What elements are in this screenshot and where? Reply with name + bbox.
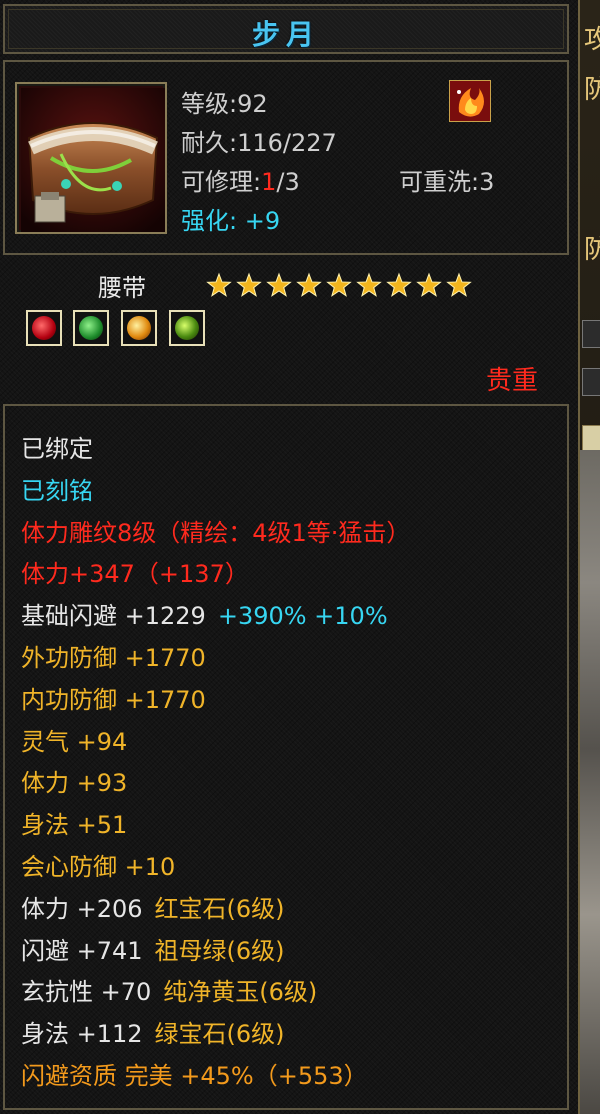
attribute-text: 已绑定	[21, 435, 93, 463]
attribute-extra: 祖母绿(6级)	[154, 936, 285, 965]
attribute-text: 身法 +112	[21, 1020, 143, 1049]
fire-skill-icon[interactable]	[449, 80, 491, 122]
star-filled-icon	[356, 272, 382, 297]
attribute-line: 体力 +93	[21, 768, 127, 798]
attribute-text: 闪避资质 完美 +45%（+553）	[21, 1062, 368, 1090]
lime-gem-icon[interactable]	[169, 310, 205, 346]
attribute-line: 闪避资质 完美 +45%（+553）	[21, 1061, 368, 1091]
enhance-label: 强化:	[181, 207, 238, 235]
attribute-line: 已绑定	[21, 434, 93, 464]
item-header: 等级:92 耐久:116/227 可修理:1/3 可重洗:3 强化: +9	[3, 60, 569, 255]
item-type: 腰带	[98, 274, 146, 302]
level-stat: 等级:92	[181, 90, 268, 118]
item-icon-frame[interactable]	[15, 82, 167, 234]
repair-total: /3	[276, 168, 300, 196]
enhance-value: +9	[244, 207, 281, 235]
attribute-extra: 纯净黄玉(6级)	[163, 978, 318, 1007]
attribute-line: 闪避 +741 祖母绿(6级)	[21, 936, 285, 966]
star-row	[206, 272, 502, 297]
attribute-extra: +390% +10%	[217, 602, 388, 631]
rewash-stat: 可重洗:3	[399, 168, 495, 196]
attribute-text: 身法 +51	[21, 811, 128, 840]
star-filled-icon	[416, 272, 442, 297]
side-panel-button[interactable]	[582, 320, 600, 348]
attribute-text: 体力 +206	[21, 894, 143, 923]
star-rating	[206, 272, 502, 304]
star-filled-icon	[326, 272, 352, 297]
attribute-line: 身法 +112 绿宝石(6级)	[21, 1019, 285, 1049]
side-panel-clipped: 攻 防 防	[578, 0, 600, 1114]
attribute-line: 体力雕纹8级（精绘：4级1等·猛击）	[21, 518, 410, 548]
attribute-line: 玄抗性 +70 纯净黄玉(6级)	[21, 977, 317, 1007]
attribute-line: 基础闪避 +1229 +390% +10%	[21, 601, 388, 631]
item-tooltip: 步月 等级:92 耐久:116/227 可修理:1/3 可重洗:3 强化: +9…	[0, 0, 581, 1114]
valuable-tag: 贵重	[485, 366, 538, 396]
enhance-stat: 强化: +9	[181, 201, 280, 236]
attribute-line: 外功防御 +1770	[21, 643, 206, 673]
title-bar: 步月	[3, 4, 569, 54]
attribute-extra: 红宝石(6级)	[154, 894, 285, 923]
belt-icon	[21, 88, 165, 232]
durability-stat: 耐久:116/227	[181, 129, 337, 157]
attribute-line: 体力 +206 红宝石(6级)	[21, 894, 285, 924]
attribute-text: 玄抗性 +70	[21, 978, 152, 1007]
orange-gem-icon[interactable]	[121, 310, 157, 346]
attribute-text: 体力雕纹8级（精绘：4级1等·猛击）	[21, 518, 411, 547]
repair-used: 1	[261, 168, 277, 196]
attribute-extra: 绿宝石(6级)	[154, 1020, 285, 1049]
attribute-text: 灵气 +94	[21, 727, 128, 756]
repair-stat: 可修理:1/3	[181, 162, 300, 197]
star-filled-icon	[386, 272, 412, 297]
green-gem-icon[interactable]	[73, 310, 109, 346]
side-panel-tab[interactable]	[582, 425, 600, 453]
side-panel-char: 防	[584, 230, 600, 270]
attributes-box: 已绑定已刻铭体力雕纹8级（精绘：4级1等·猛击） 体力+347（+137） 基础闪避…	[3, 404, 569, 1110]
attribute-text: 体力 +93	[21, 769, 128, 798]
star-filled-icon	[236, 272, 262, 297]
star-filled-icon	[266, 272, 292, 297]
attribute-text: 体力+347（+137）	[21, 560, 249, 589]
item-name: 步月	[251, 18, 320, 51]
attribute-line: 内功防御 +1770	[21, 685, 206, 715]
attribute-text: 基础闪避 +1229	[21, 602, 206, 631]
attribute-text: 已刻铭	[21, 476, 93, 505]
attribute-line: 会心防御 +10	[21, 852, 175, 882]
side-panel-button[interactable]	[582, 368, 600, 396]
attribute-line: 灵气 +94	[21, 727, 127, 757]
attribute-text: 会心防御 +10	[21, 853, 176, 881]
side-panel-char: 防	[584, 70, 600, 110]
attribute-text: 内功防御 +1770	[21, 685, 206, 714]
red-gem-icon[interactable]	[26, 310, 62, 346]
side-panel-image	[580, 450, 600, 1114]
attribute-line: 身法 +51	[21, 810, 127, 840]
side-panel-char: 攻	[584, 20, 600, 60]
star-filled-icon	[206, 272, 232, 297]
attribute-line: 体力+347（+137）	[21, 559, 249, 589]
repair-label: 可修理:	[181, 168, 262, 196]
attribute-line: 已刻铭	[21, 476, 93, 506]
attribute-text: 外功防御 +1770	[21, 644, 206, 672]
star-filled-icon	[446, 272, 472, 297]
star-filled-icon	[296, 272, 322, 297]
attribute-text: 闪避 +741	[21, 936, 143, 965]
